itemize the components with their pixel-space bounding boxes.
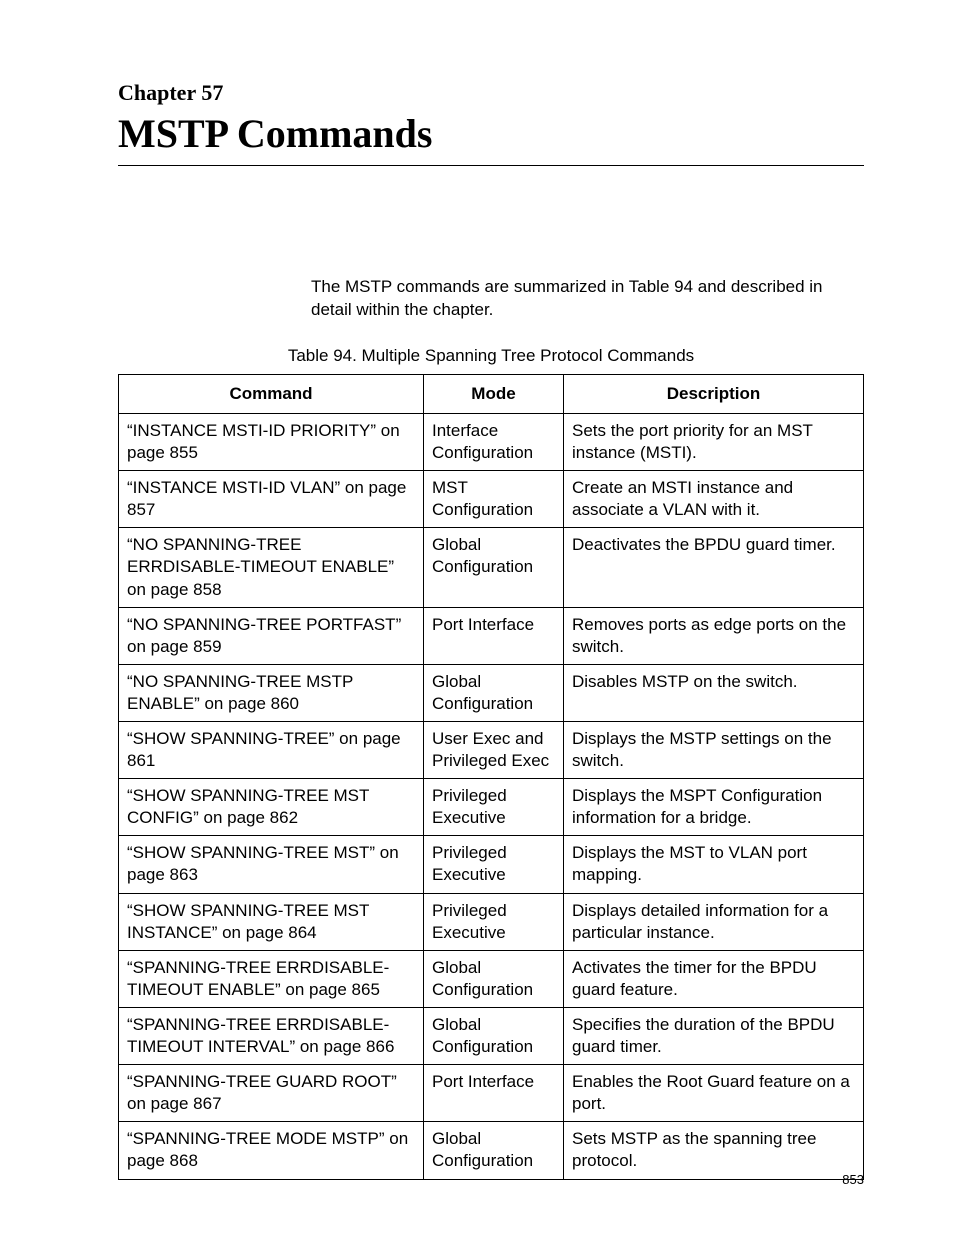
table-row: “SPANNING-TREE GUARD ROOT” on page 867 P…	[119, 1065, 864, 1122]
cell-command: “SPANNING-TREE GUARD ROOT” on page 867	[119, 1065, 424, 1122]
cell-mode: Privileged Executive	[424, 779, 564, 836]
table-row: “INSTANCE MSTI-ID VLAN” on page 857 MST …	[119, 471, 864, 528]
cell-description: Disables MSTP on the switch.	[564, 664, 864, 721]
cell-description: Create an MSTI instance and associate a …	[564, 471, 864, 528]
cell-mode: Global Configuration	[424, 950, 564, 1007]
table-row: “SHOW SPANNING-TREE MST” on page 863 Pri…	[119, 836, 864, 893]
cell-mode: Privileged Executive	[424, 893, 564, 950]
table-row: “NO SPANNING-TREE PORTFAST” on page 859 …	[119, 607, 864, 664]
cell-mode: Interface Configuration	[424, 413, 564, 470]
cell-mode: Global Configuration	[424, 1122, 564, 1179]
table-row: “SHOW SPANNING-TREE MST INSTANCE” on pag…	[119, 893, 864, 950]
cell-command: “NO SPANNING-TREE MSTP ENABLE” on page 8…	[119, 664, 424, 721]
cell-mode: Privileged Executive	[424, 836, 564, 893]
cell-command: “INSTANCE MSTI-ID PRIORITY” on page 855	[119, 413, 424, 470]
header-description: Description	[564, 374, 864, 413]
chapter-title: MSTP Commands	[118, 110, 864, 157]
cell-command: “INSTANCE MSTI-ID VLAN” on page 857	[119, 471, 424, 528]
cell-command: “SHOW SPANNING-TREE MST CONFIG” on page …	[119, 779, 424, 836]
table-caption: Table 94. Multiple Spanning Tree Protoco…	[118, 346, 864, 366]
cell-mode: User Exec and Privileged Exec	[424, 722, 564, 779]
table-row: “SHOW SPANNING-TREE MST CONFIG” on page …	[119, 779, 864, 836]
document-page: Chapter 57 MSTP Commands The MSTP comman…	[0, 0, 954, 1235]
cell-description: Displays the MSTP settings on the switch…	[564, 722, 864, 779]
table-row: “NO SPANNING-TREE MSTP ENABLE” on page 8…	[119, 664, 864, 721]
cell-description: Sets the port priority for an MST instan…	[564, 413, 864, 470]
cell-mode: Port Interface	[424, 607, 564, 664]
table-body: “INSTANCE MSTI-ID PRIORITY” on page 855 …	[119, 413, 864, 1179]
header-mode: Mode	[424, 374, 564, 413]
cell-mode: Port Interface	[424, 1065, 564, 1122]
table-row: “SPANNING-TREE MODE MSTP” on page 868 Gl…	[119, 1122, 864, 1179]
table-row: “NO SPANNING-TREE ERRDISABLE-TIMEOUT ENA…	[119, 528, 864, 607]
cell-command: “SPANNING-TREE MODE MSTP” on page 868	[119, 1122, 424, 1179]
cell-description: Enables the Root Guard feature on a port…	[564, 1065, 864, 1122]
cell-command: “SHOW SPANNING-TREE” on page 861	[119, 722, 424, 779]
cell-command: “SPANNING-TREE ERRDISABLE-TIMEOUT ENABLE…	[119, 950, 424, 1007]
cell-description: Specifies the duration of the BPDU guard…	[564, 1007, 864, 1064]
page-number: 853	[842, 1172, 864, 1187]
cell-mode: Global Configuration	[424, 528, 564, 607]
cell-command: “NO SPANNING-TREE PORTFAST” on page 859	[119, 607, 424, 664]
title-rule	[118, 165, 864, 166]
cell-description: Sets MSTP as the spanning tree protocol.	[564, 1122, 864, 1179]
cell-description: Activates the timer for the BPDU guard f…	[564, 950, 864, 1007]
table-row: “SHOW SPANNING-TREE” on page 861 User Ex…	[119, 722, 864, 779]
cell-description: Displays the MSPT Configuration informat…	[564, 779, 864, 836]
cell-command: “NO SPANNING-TREE ERRDISABLE-TIMEOUT ENA…	[119, 528, 424, 607]
cell-mode: Global Configuration	[424, 1007, 564, 1064]
cell-description: Deactivates the BPDU guard timer.	[564, 528, 864, 607]
table-row: “SPANNING-TREE ERRDISABLE-TIMEOUT ENABLE…	[119, 950, 864, 1007]
table-row: “SPANNING-TREE ERRDISABLE-TIMEOUT INTERV…	[119, 1007, 864, 1064]
cell-command: “SPANNING-TREE ERRDISABLE-TIMEOUT INTERV…	[119, 1007, 424, 1064]
commands-table: Command Mode Description “INSTANCE MSTI-…	[118, 374, 864, 1180]
cell-description: Displays the MST to VLAN port mapping.	[564, 836, 864, 893]
cell-command: “SHOW SPANNING-TREE MST” on page 863	[119, 836, 424, 893]
chapter-label: Chapter 57	[118, 80, 864, 106]
header-command: Command	[119, 374, 424, 413]
cell-mode: Global Configuration	[424, 664, 564, 721]
cell-command: “SHOW SPANNING-TREE MST INSTANCE” on pag…	[119, 893, 424, 950]
cell-description: Displays detailed information for a part…	[564, 893, 864, 950]
table-header-row: Command Mode Description	[119, 374, 864, 413]
cell-description: Removes ports as edge ports on the switc…	[564, 607, 864, 664]
intro-paragraph: The MSTP commands are summarized in Tabl…	[118, 276, 864, 322]
cell-mode: MST Configuration	[424, 471, 564, 528]
table-row: “INSTANCE MSTI-ID PRIORITY” on page 855 …	[119, 413, 864, 470]
